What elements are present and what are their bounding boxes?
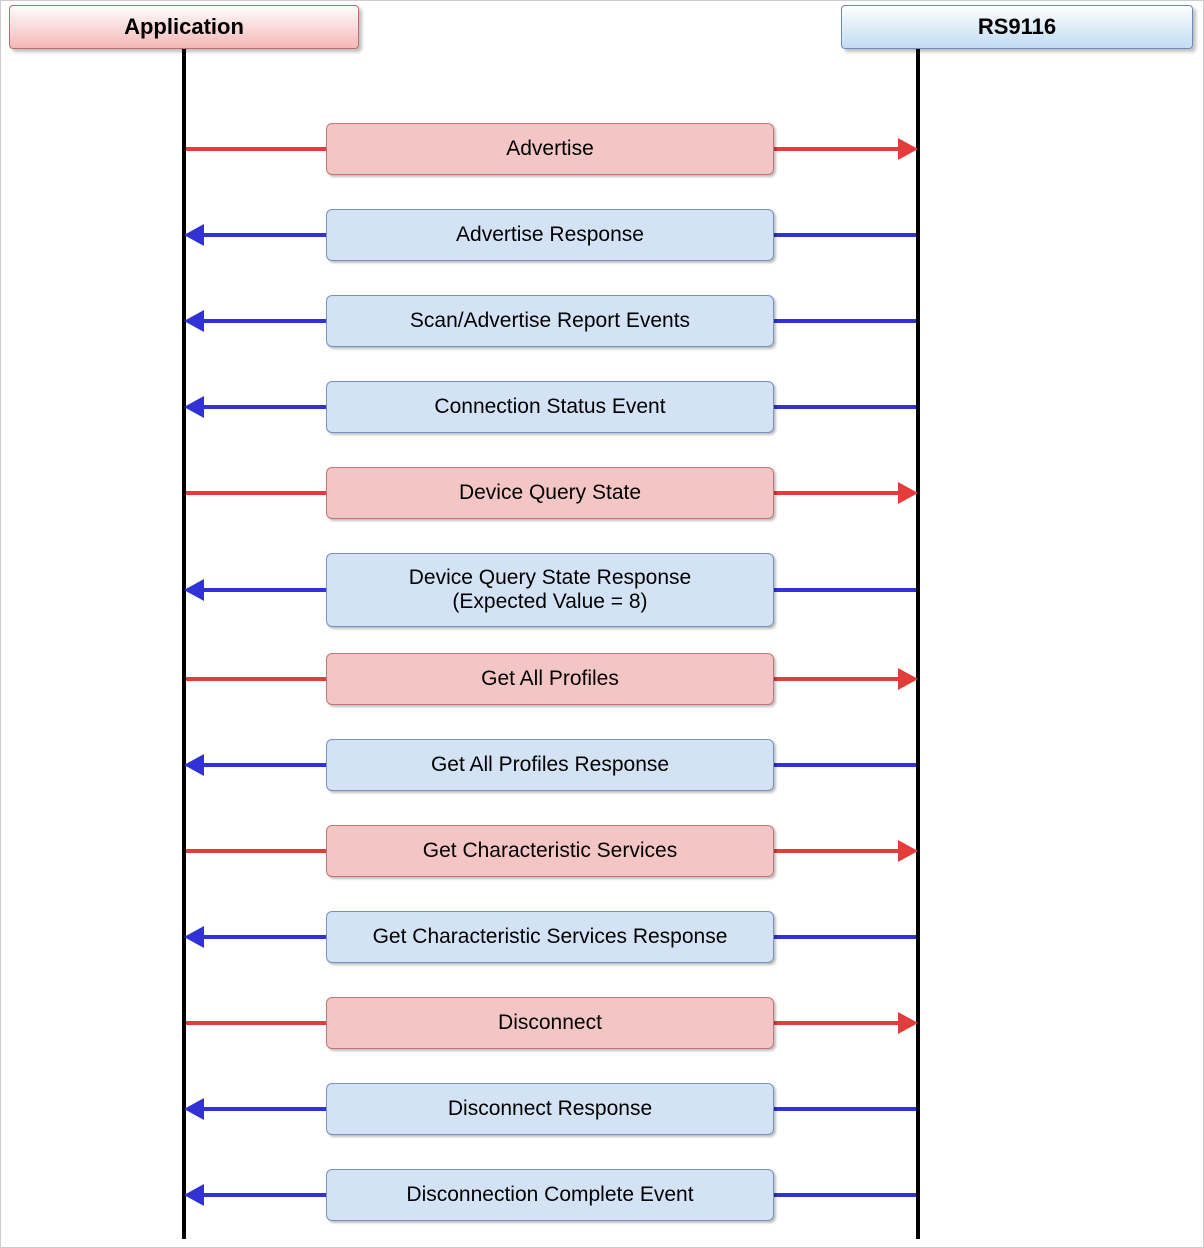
arrowhead-left-icon	[184, 1098, 204, 1120]
message-row: Disconnect	[1, 997, 1203, 1049]
message-box: Disconnect	[326, 997, 774, 1049]
message-box: Disconnect Response	[326, 1083, 774, 1135]
arrowhead-left-icon	[184, 754, 204, 776]
message-box: Scan/Advertise Report Events	[326, 295, 774, 347]
message-box: Get All Profiles Response	[326, 739, 774, 791]
message-row: Scan/Advertise Report Events	[1, 295, 1203, 347]
participant-rs9116: RS9116	[841, 5, 1193, 49]
message-row: Get Characteristic Services Response	[1, 911, 1203, 963]
message-row: Disconnect Response	[1, 1083, 1203, 1135]
arrowhead-right-icon	[898, 482, 918, 504]
arrowhead-right-icon	[898, 668, 918, 690]
message-box: Connection Status Event	[326, 381, 774, 433]
message-row: Advertise	[1, 123, 1203, 175]
arrowhead-left-icon	[184, 224, 204, 246]
message-row: Device Query State	[1, 467, 1203, 519]
message-row: Get Characteristic Services	[1, 825, 1203, 877]
participant-application: Application	[9, 5, 359, 49]
message-row: Advertise Response	[1, 209, 1203, 261]
message-row: Get All Profiles	[1, 653, 1203, 705]
message-box: Get Characteristic Services Response	[326, 911, 774, 963]
sequence-diagram: Application RS9116 Advertise Advertise Re…	[1, 1, 1203, 1247]
arrowhead-left-icon	[184, 926, 204, 948]
message-row: Disconnection Complete Event	[1, 1169, 1203, 1221]
message-box: Disconnection Complete Event	[326, 1169, 774, 1221]
message-box: Get All Profiles	[326, 653, 774, 705]
arrowhead-left-icon	[184, 1184, 204, 1206]
arrowhead-right-icon	[898, 1012, 918, 1034]
arrowhead-left-icon	[184, 310, 204, 332]
message-box: Device Query State Response (Expected Va…	[326, 553, 774, 627]
message-row: Device Query State Response (Expected Va…	[1, 553, 1203, 627]
message-row: Get All Profiles Response	[1, 739, 1203, 791]
message-box: Get Characteristic Services	[326, 825, 774, 877]
arrowhead-right-icon	[898, 138, 918, 160]
message-box: Advertise	[326, 123, 774, 175]
arrowhead-left-icon	[184, 396, 204, 418]
arrowhead-left-icon	[184, 579, 204, 601]
arrowhead-right-icon	[898, 840, 918, 862]
message-box: Device Query State	[326, 467, 774, 519]
message-row: Connection Status Event	[1, 381, 1203, 433]
message-box: Advertise Response	[326, 209, 774, 261]
